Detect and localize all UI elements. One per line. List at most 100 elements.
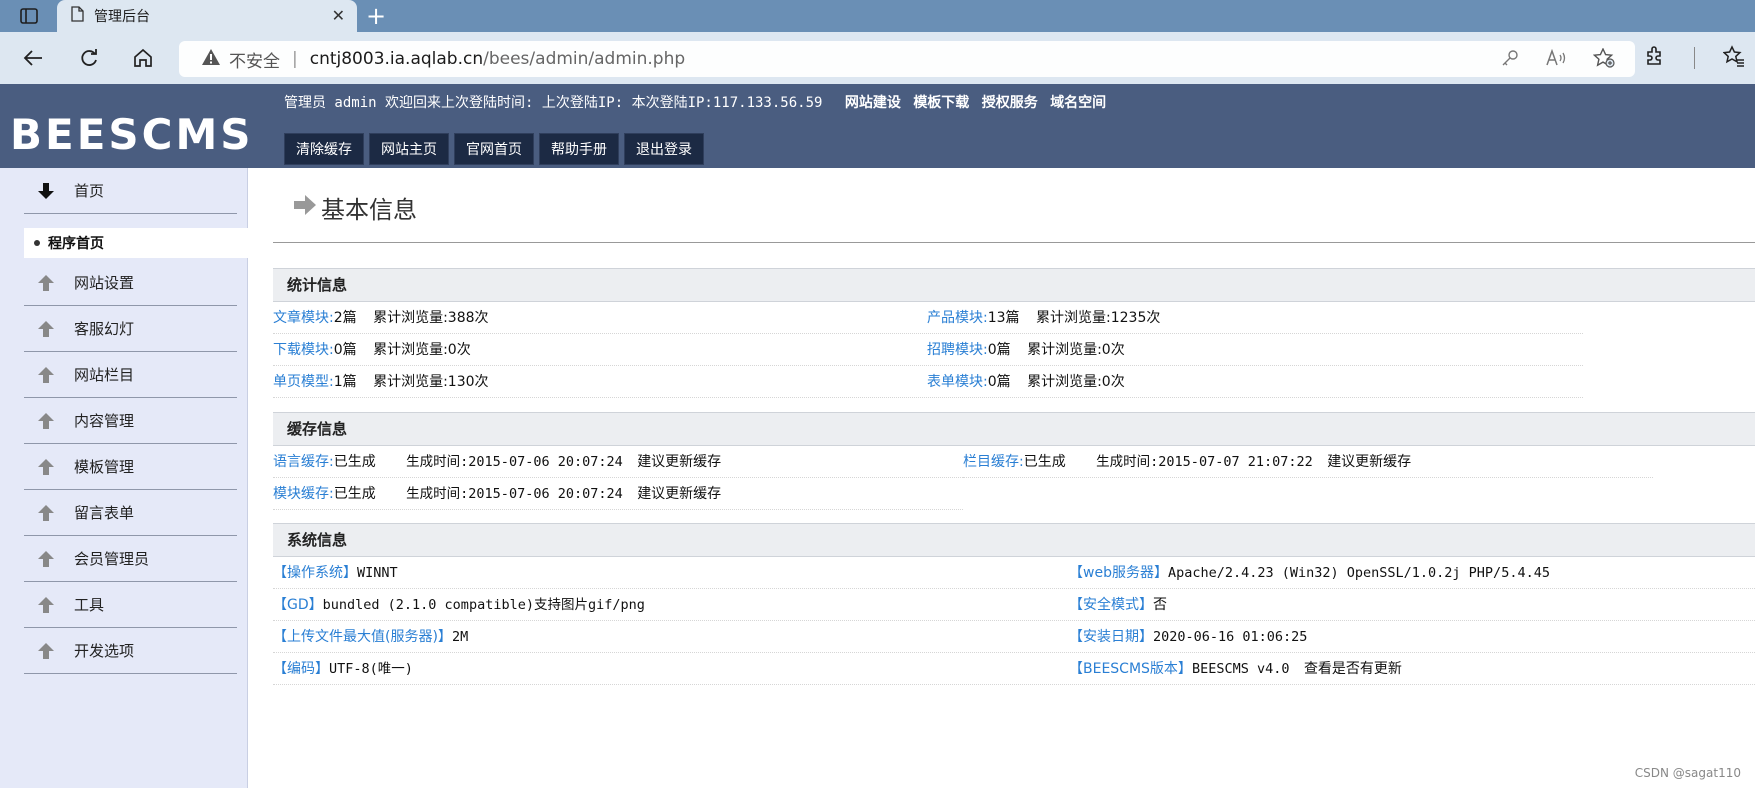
cache-label[interactable]: 栏目缓存:	[963, 454, 1024, 470]
stat-count: 1篇	[333, 374, 357, 390]
sidebar-item-templates[interactable]: 模板管理	[24, 444, 237, 490]
welcome-text: 管理员 admin 欢迎回来上次登陆时间: 上次登陆IP: 本次登陆IP:117…	[284, 95, 823, 111]
update-cache-link[interactable]: 建议更新缓存	[1327, 454, 1411, 470]
system-label: 【GD】	[273, 597, 323, 613]
bullet-icon	[34, 240, 40, 246]
main-content: 基本信息 统计信息 文章模块:2篇 累计浏览量:388次 产品模块:13篇 累计…	[249, 168, 1755, 788]
sidebar-subitem-program-home[interactable]: 程序首页	[24, 228, 248, 258]
site-home-button[interactable]: 网站主页	[369, 133, 449, 165]
update-cache-link[interactable]: 建议更新缓存	[637, 486, 721, 502]
system-label: 【上传文件最大值(服务器)】	[273, 629, 452, 645]
key-icon[interactable]	[1501, 49, 1519, 72]
system-value: BEESCMS v4.0	[1191, 661, 1290, 677]
plus-icon[interactable]: +	[366, 2, 386, 30]
cache-status: 已生成	[333, 454, 376, 470]
cache-time: 生成时间:2015-07-07 21:07:22	[1096, 454, 1313, 470]
stat-views: 累计浏览量:388次	[373, 310, 489, 326]
arrow-up-icon	[34, 272, 58, 294]
warning-icon[interactable]	[201, 48, 221, 71]
insecure-label[interactable]: 不安全	[229, 47, 280, 72]
cache-row: 语言缓存:已生成 生成时间:2015-07-06 20:07:24 建议更新缓存	[273, 446, 963, 478]
system-label: 【安全模式】	[1069, 597, 1153, 613]
update-cache-link[interactable]: 建议更新缓存	[637, 454, 721, 470]
browser-tab[interactable]: 管理后台 ✕	[57, 0, 357, 32]
favorite-add-icon[interactable]	[1592, 47, 1615, 73]
official-site-button[interactable]: 官网首页	[454, 133, 534, 165]
header-button-row: 清除缓存 网站主页 官网首页 帮助手册 退出登录	[284, 133, 704, 165]
url-host: cntj8003.ia.aqlab.cn	[309, 49, 484, 69]
header-link-templates[interactable]: 模板下载	[913, 95, 969, 111]
arrow-up-icon	[34, 364, 58, 386]
cache-time: 生成时间:2015-07-06 20:07:24	[406, 486, 623, 502]
url-path: /bees/admin/admin.php	[483, 49, 686, 69]
stat-label[interactable]: 产品模块:	[927, 310, 988, 326]
url-separator: |	[292, 49, 298, 69]
stat-views: 累计浏览量:0次	[373, 342, 471, 358]
sidebar-item-members[interactable]: 会员管理员	[24, 536, 237, 582]
page-title: 基本信息	[293, 190, 417, 225]
read-aloud-icon[interactable]	[1545, 48, 1567, 72]
sidebar-item-service-slides[interactable]: 客服幻灯	[24, 306, 237, 352]
section-heading-cache: 缓存信息	[273, 412, 1755, 446]
arrow-up-icon	[34, 548, 58, 570]
cache-label[interactable]: 模块缓存:	[273, 486, 334, 502]
extensions-icon[interactable]	[1644, 45, 1666, 71]
cache-row: 模块缓存:已生成 生成时间:2015-07-06 20:07:24 建议更新缓存	[273, 478, 963, 510]
stat-label[interactable]: 表单模块:	[927, 374, 988, 390]
system-value: WINNT	[357, 565, 398, 581]
system-row: 【GD】bundled (2.1.0 compatible)支持图片gif/pn…	[273, 589, 1755, 621]
stat-count: 2篇	[333, 310, 357, 326]
stat-count: 0篇	[987, 374, 1011, 390]
sidebar-item-label: 首页	[74, 182, 105, 200]
clear-cache-button[interactable]: 清除缓存	[284, 133, 364, 165]
title-divider	[273, 242, 1755, 243]
stat-count: 0篇	[333, 342, 357, 358]
system-row: 【上传文件最大值(服务器)】2M 【安装日期】2020-06-16 01:06:…	[273, 621, 1755, 653]
sidebar-item-tools[interactable]: 工具	[24, 582, 237, 628]
sidebar-item-site-settings[interactable]: 网站设置	[24, 260, 237, 306]
help-manual-button[interactable]: 帮助手册	[539, 133, 619, 165]
arrow-down-icon	[34, 180, 58, 202]
sidebar-subitem-label: 程序首页	[48, 236, 104, 252]
arrow-right-icon	[293, 194, 317, 222]
header-link-domain[interactable]: 域名空间	[1050, 95, 1106, 111]
sidebar-toggle-icon[interactable]	[10, 5, 48, 27]
document-icon	[71, 6, 84, 26]
logout-button[interactable]: 退出登录	[624, 133, 704, 165]
close-icon[interactable]: ✕	[332, 6, 345, 25]
stat-views: 累计浏览量:0次	[1027, 374, 1125, 390]
stats-row: 单页模型:1篇 累计浏览量:130次 表单模块:0篇 累计浏览量:0次	[273, 366, 1583, 398]
cache-label[interactable]: 语言缓存:	[273, 454, 334, 470]
sidebar-item-site-columns[interactable]: 网站栏目	[24, 352, 237, 398]
stat-label[interactable]: 下载模块:	[273, 342, 334, 358]
section-heading-system: 系统信息	[273, 523, 1755, 557]
stat-label[interactable]: 单页模型:	[273, 374, 334, 390]
url-input[interactable]: 不安全 | cntj8003.ia.aqlab.cn/bees/admin/ad…	[179, 41, 1635, 77]
check-update-link[interactable]: 查看是否有更新	[1304, 661, 1402, 677]
system-value: UTF-8(唯一)	[329, 661, 413, 677]
sidebar-item-content[interactable]: 内容管理	[24, 398, 237, 444]
sidebar-item-dev-options[interactable]: 开发选项	[24, 628, 237, 674]
cache-time: 生成时间:2015-07-06 20:07:24	[406, 454, 623, 470]
arrow-up-icon	[34, 502, 58, 524]
admin-header: BEESCMS 管理员 admin 欢迎回来上次登陆时间: 上次登陆IP: 本次…	[0, 84, 1755, 168]
header-link-license[interactable]: 授权服务	[982, 95, 1038, 111]
sidebar-item-home[interactable]: 首页	[24, 168, 237, 214]
sidebar-item-label: 留言表单	[74, 504, 135, 522]
favorites-icon[interactable]	[1722, 45, 1745, 71]
header-info: 管理员 admin 欢迎回来上次登陆时间: 上次登陆IP: 本次登陆IP:117…	[284, 92, 1110, 112]
stat-label[interactable]: 招聘模块:	[927, 342, 988, 358]
back-icon[interactable]	[20, 45, 46, 71]
arrow-up-icon	[34, 318, 58, 340]
sidebar-item-messages[interactable]: 留言表单	[24, 490, 237, 536]
browser-tab-strip: 管理后台 ✕ +	[0, 0, 1755, 32]
header-link-build[interactable]: 网站建设	[845, 95, 901, 111]
reload-icon[interactable]	[76, 45, 102, 71]
home-icon[interactable]	[130, 45, 156, 71]
sidebar-item-label: 模板管理	[74, 458, 135, 476]
stat-label[interactable]: 文章模块:	[273, 310, 334, 326]
stat-count: 0篇	[987, 342, 1011, 358]
cache-row: 栏目缓存:已生成 生成时间:2015-07-07 21:07:22 建议更新缓存	[963, 446, 1653, 478]
cache-status: 已生成	[1023, 454, 1066, 470]
sidebar-item-label: 开发选项	[74, 642, 135, 660]
